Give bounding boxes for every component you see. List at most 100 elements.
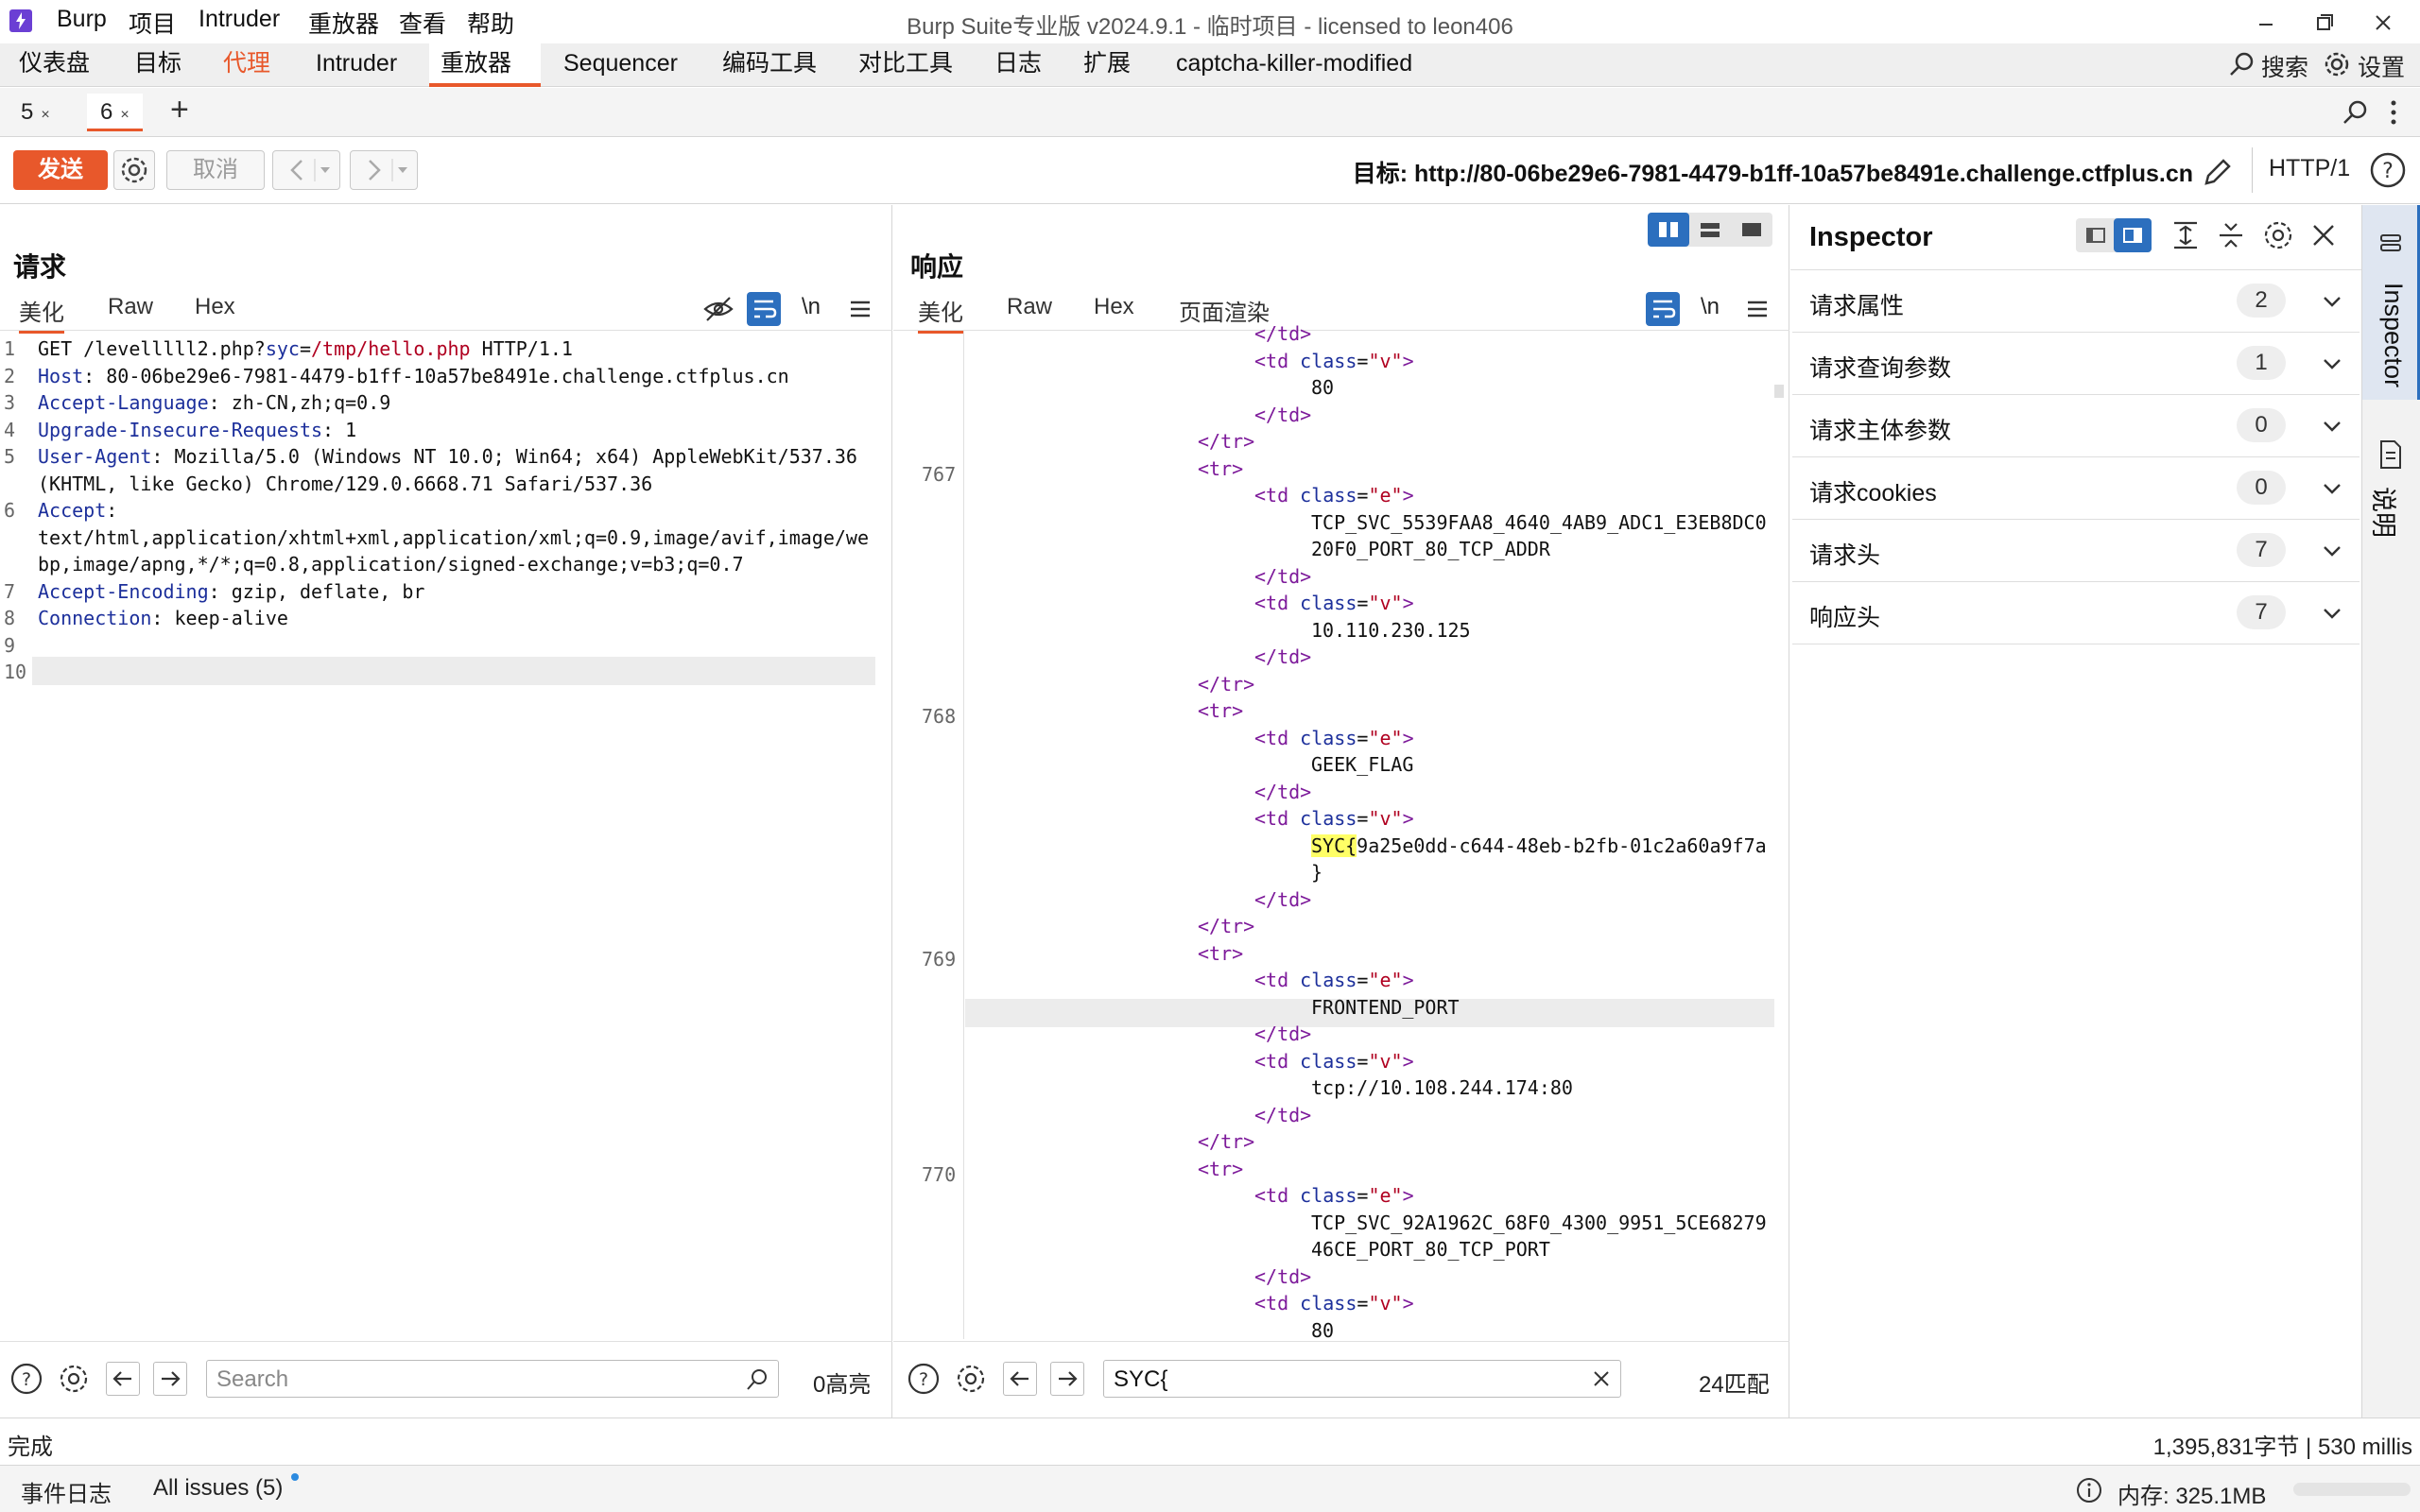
request-editor[interactable]: 1 GET /levelllll2.php?syc=/tmp/hello.php …	[0, 337, 892, 867]
global-search-label[interactable]: 搜索	[2261, 49, 2308, 83]
gear-icon[interactable]	[954, 1362, 988, 1396]
edit-target-icon[interactable]	[2199, 153, 2237, 191]
tab-decoder[interactable]: 编码工具	[711, 43, 828, 87]
tab-sequencer[interactable]: Sequencer	[552, 43, 689, 87]
more-vertical-icon[interactable]	[2384, 97, 2403, 128]
minimize-icon[interactable]	[2246, 8, 2284, 38]
gear-icon[interactable]	[57, 1362, 91, 1396]
all-issues-tab[interactable]: All issues (5)	[153, 1475, 283, 1502]
prev-match-button[interactable]	[1003, 1362, 1037, 1396]
gear-icon[interactable]	[2322, 49, 2352, 79]
code-token: : 1	[322, 418, 357, 441]
code-token: : 80-06be29e6-7981-4479-b1ff-10a57be8491…	[83, 364, 789, 387]
response-editor[interactable]: </td> <td class="v"> 80 </td> </tr> 767 <tr> <t…	[893, 322, 1789, 1339]
settings-label[interactable]: 设置	[2358, 49, 2405, 83]
send-settings-button[interactable]	[113, 150, 155, 190]
split-vertical-icon[interactable]	[1689, 213, 1731, 247]
send-button[interactable]: 发送	[13, 150, 108, 190]
back-button[interactable]	[272, 150, 340, 190]
close-tab-icon[interactable]: ×	[120, 107, 129, 123]
search-icon[interactable]	[2341, 97, 2371, 128]
request-search-input[interactable]: Search	[206, 1360, 779, 1398]
help-icon[interactable]: ?	[9, 1362, 43, 1396]
code-line: SYC{9a25e0dd-c644-48eb-b2fb-01c2a60a9f7a	[1311, 833, 1767, 857]
next-match-button[interactable]	[1050, 1362, 1084, 1396]
response-tab-raw[interactable]: Raw	[1007, 294, 1052, 320]
code-line: <td class="e">	[1254, 484, 1414, 507]
repeater-tab-5[interactable]: 5 ×	[8, 94, 63, 131]
close-window-icon[interactable]	[2363, 8, 2401, 38]
close-tab-icon[interactable]: ×	[41, 107, 49, 123]
inspector-section[interactable]: 请求头 7	[1792, 520, 2360, 582]
collapse-all-icon[interactable]	[2214, 218, 2248, 252]
inspector-section[interactable]: 请求属性 2	[1792, 270, 2360, 333]
code-token: <tr>	[1198, 941, 1244, 965]
code-token: "v"	[1368, 349, 1403, 372]
side-tab-notes[interactable]: 说明	[2362, 436, 2420, 568]
response-tab-hex[interactable]: Hex	[1094, 294, 1134, 320]
code-line: <td class="v">	[1254, 1292, 1414, 1314]
chevron-down-icon[interactable]	[2318, 412, 2346, 440]
code-line: Host: 80-06be29e6-7981-4479-b1ff-10a57be…	[38, 365, 789, 387]
help-icon[interactable]: ?	[2369, 151, 2407, 189]
tab-captcha-killer[interactable]: captcha-killer-modified	[1165, 43, 1424, 87]
tab-extensions[interactable]: 扩展	[1072, 43, 1142, 87]
inspector-section[interactable]: 请求查询参数 1	[1792, 333, 2360, 395]
tab-intruder[interactable]: Intruder	[304, 43, 408, 87]
newline-toggle[interactable]: \n	[1701, 294, 1720, 320]
highlight-count: 0高亮	[813, 1372, 872, 1398]
layout-right-icon[interactable]	[2114, 218, 2152, 252]
tab-logger[interactable]: 日志	[983, 43, 1053, 87]
restore-icon[interactable]	[2305, 8, 2342, 38]
inspector-section-label: 响应头	[1809, 605, 1881, 631]
newline-toggle[interactable]: \n	[802, 294, 821, 320]
chevron-down-icon[interactable]	[2318, 599, 2346, 627]
chevron-down-icon[interactable]	[2318, 287, 2346, 316]
gear-icon[interactable]	[2261, 218, 2295, 252]
wrap-lines-icon[interactable]	[747, 292, 781, 326]
layout-left-icon[interactable]	[2076, 218, 2114, 252]
request-tab-hex[interactable]: Hex	[195, 294, 235, 320]
repeater-tab-6[interactable]: 6 ×	[87, 94, 143, 131]
chevron-down-icon[interactable]	[2318, 537, 2346, 565]
inspector-section[interactable]: 响应头 7	[1792, 582, 2360, 644]
inspector-section[interactable]: 请求cookies 0	[1792, 457, 2360, 520]
tab-repeater[interactable]: 重放器	[429, 43, 541, 87]
single-pane-icon[interactable]	[1731, 213, 1772, 247]
cancel-button[interactable]: 取消	[166, 150, 265, 190]
line-number: 1	[4, 337, 16, 360]
menu-icon[interactable]	[1740, 292, 1774, 326]
request-tab-pretty[interactable]: 美化	[19, 294, 64, 334]
prev-match-button[interactable]	[106, 1362, 140, 1396]
code-token: class	[1300, 592, 1357, 614]
add-tab-button[interactable]: +	[170, 92, 189, 129]
forward-button[interactable]	[350, 150, 418, 190]
code-token: >	[1402, 807, 1414, 830]
code-token: :	[106, 499, 118, 522]
request-tab-raw[interactable]: Raw	[108, 294, 153, 320]
menu-icon[interactable]	[843, 292, 877, 326]
tab-comparer[interactable]: 对比工具	[847, 43, 964, 87]
tab-proxy[interactable]: 代理	[212, 43, 282, 87]
code-token: </td>	[1254, 645, 1312, 668]
code-token: TCP_SVC_92A1962C_68F0_4300_9951_5CE68279	[1311, 1211, 1767, 1234]
chevron-down-icon[interactable]	[2318, 350, 2346, 378]
response-search-input[interactable]: SYC{	[1103, 1360, 1621, 1398]
help-icon[interactable]: ?	[907, 1362, 941, 1396]
search-icon[interactable]	[2227, 49, 2257, 79]
protocol-selector[interactable]: HTTP/1	[2269, 155, 2350, 182]
wrap-lines-icon[interactable]	[1646, 292, 1680, 326]
next-match-button[interactable]	[153, 1362, 187, 1396]
close-icon[interactable]	[2307, 218, 2341, 252]
tab-dashboard[interactable]: 仪表盘	[8, 43, 101, 87]
hide-eye-icon[interactable]	[701, 292, 735, 326]
tab-target[interactable]: 目标	[123, 43, 193, 87]
inspector-section[interactable]: 请求主体参数 0	[1792, 395, 2360, 457]
chevron-down-icon[interactable]	[2318, 474, 2346, 503]
event-log-tab[interactable]: 事件日志	[21, 1475, 112, 1508]
split-horizontal-icon[interactable]	[1648, 213, 1689, 247]
side-tab-inspector[interactable]: Inspector	[2362, 205, 2420, 400]
code-line: <tr>	[1198, 942, 1243, 965]
code-line: </tr>	[1198, 1130, 1254, 1153]
expand-all-icon[interactable]	[2169, 218, 2203, 252]
